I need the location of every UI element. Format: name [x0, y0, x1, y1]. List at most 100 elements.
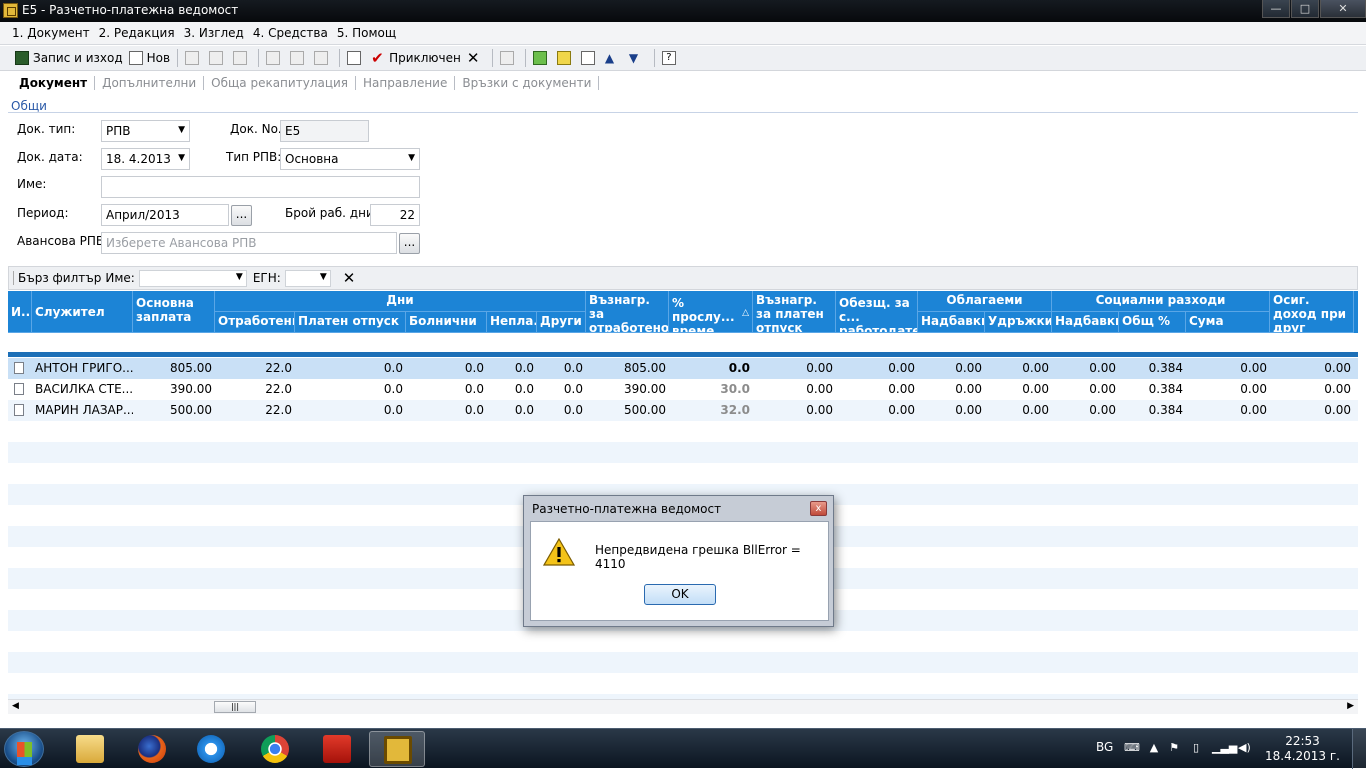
horizontal-scrollbar[interactable]: ◀ ||| ▶: [8, 699, 1358, 714]
col-pay-leave-header[interactable]: Възнагр. за платен отпуск: [753, 291, 836, 333]
show-hidden-icons-icon[interactable]: ▲: [1148, 741, 1160, 755]
volume-icon[interactable]: ◀): [1238, 741, 1251, 755]
table-row[interactable]: МАРИН ЛАЗАР... 500.00 22.0 0.0 0.0 0.0 0…: [8, 400, 1358, 421]
paste-button[interactable]: [230, 48, 254, 69]
blank-document-button[interactable]: [578, 48, 602, 69]
name-input[interactable]: [101, 176, 420, 198]
grid-filter-row-divider: [8, 352, 1358, 357]
scroll-left-icon[interactable]: ◀: [12, 701, 19, 711]
close-button[interactable]: ✕: [1320, 0, 1366, 18]
tab-recap[interactable]: Обща рекапитулация: [204, 76, 357, 90]
document-icon: [14, 404, 24, 416]
col-other-header[interactable]: Други: [537, 312, 586, 333]
empty-row: [8, 652, 1358, 673]
export-button[interactable]: [311, 48, 335, 69]
minimize-button[interactable]: —: [1262, 0, 1290, 18]
keyboard-icon[interactable]: ⌨: [1124, 741, 1140, 755]
scroll-thumb[interactable]: |||: [214, 701, 256, 713]
work-days-input[interactable]: 22: [370, 204, 420, 226]
tab-links[interactable]: Връзки с документи: [455, 76, 600, 90]
copy-button[interactable]: [206, 48, 230, 69]
dialog-close-button[interactable]: x: [810, 501, 827, 516]
menu-tools[interactable]: 4. Средства: [253, 26, 328, 40]
menu-help[interactable]: 5. Помощ: [337, 26, 396, 40]
menu-view[interactable]: 3. Изглед: [184, 26, 244, 40]
clear-filter-icon[interactable]: ✕: [343, 269, 356, 287]
taskbar-firefox[interactable]: [124, 731, 180, 767]
col-taxable-bonus-header[interactable]: Надбавки: [918, 312, 985, 333]
col-employee-header[interactable]: Служител: [32, 291, 133, 333]
print-preview-button[interactable]: [287, 48, 311, 69]
col-unpaid-header[interactable]: Непла...: [487, 312, 537, 333]
filter-name-input[interactable]: ▼: [138, 269, 247, 287]
col-worked-header[interactable]: Отработени: [215, 312, 295, 333]
advance-input[interactable]: Изберете Авансова РПВ: [101, 232, 397, 254]
tab-additional[interactable]: Допълнителни: [95, 76, 205, 90]
move-up-button[interactable]: ▲: [602, 48, 626, 69]
taskbar-explorer[interactable]: [62, 731, 118, 767]
language-indicator[interactable]: BG: [1096, 740, 1113, 754]
col-social-pct-header[interactable]: Общ %: [1119, 312, 1186, 333]
refresh-button[interactable]: [530, 48, 554, 69]
dialog-title: Разчетно-платежна ведомост: [532, 502, 722, 516]
filter-egn-input[interactable]: ▼: [284, 269, 331, 287]
cancel-button[interactable]: ✕: [464, 48, 488, 69]
col-pay-worked-header[interactable]: Възнагр. за отработено време: [586, 291, 669, 333]
sort-ascending-icon: △: [742, 308, 749, 318]
table-row[interactable]: ВАСИЛКА СТЕ... 390.00 22.0 0.0 0.0 0.0 0…: [8, 379, 1358, 400]
menu-edit[interactable]: 2. Редакция: [99, 26, 175, 40]
taskbar-acrobat[interactable]: [309, 731, 365, 767]
col-id-header[interactable]: И...: [8, 291, 32, 333]
start-button[interactable]: [4, 731, 44, 767]
doc-date-picker[interactable]: 18. 4.2013 ▼: [101, 148, 190, 170]
menu-document[interactable]: 1. Документ: [12, 26, 90, 40]
col-social-sum-header[interactable]: Сума: [1186, 312, 1270, 333]
col-seniority-header[interactable]: % прослу... време △: [669, 291, 753, 333]
col-base-salary-header[interactable]: Основна заплата: [133, 291, 215, 333]
period-browse-button[interactable]: ...: [231, 205, 252, 226]
toolbar-separator: [524, 49, 526, 67]
cut-icon: [185, 51, 200, 65]
help-button[interactable]: ?: [659, 48, 683, 69]
group-title: Общи: [11, 99, 47, 113]
taskbar-internet-explorer[interactable]: [183, 731, 239, 767]
taskbar-chrome[interactable]: [247, 731, 303, 767]
new-item-button[interactable]: [554, 48, 578, 69]
edit-button[interactable]: [344, 48, 368, 69]
clock[interactable]: 22:53 18.4.2013 г.: [1265, 734, 1340, 764]
new-button[interactable]: Нов: [126, 48, 173, 69]
name-label: Име:: [17, 177, 47, 191]
rpv-type-select[interactable]: Основна ▼: [280, 148, 420, 170]
taskbar-payroll-app[interactable]: [369, 731, 425, 767]
filter-name-label: Име:: [105, 271, 135, 285]
advance-browse-button[interactable]: ...: [399, 233, 420, 254]
show-desktop-button[interactable]: [1352, 729, 1366, 769]
flag-icon[interactable]: ⚑: [1168, 741, 1180, 755]
move-down-button[interactable]: ▼: [626, 48, 650, 69]
col-compensation-header[interactable]: Обезщ. за с... работодателя: [836, 291, 918, 333]
scroll-right-icon[interactable]: ▶: [1347, 701, 1354, 711]
tab-direction[interactable]: Направление: [356, 76, 456, 90]
col-taxable-deduct-header[interactable]: Удръжки: [985, 312, 1052, 333]
list-button[interactable]: [497, 48, 521, 69]
maximize-button[interactable]: □: [1291, 0, 1319, 18]
col-social-bonus-header[interactable]: Надбавки: [1052, 312, 1119, 333]
cut-button[interactable]: [182, 48, 206, 69]
doc-type-select[interactable]: РПВ ▼: [101, 120, 190, 142]
ok-button[interactable]: OK: [644, 584, 716, 605]
tab-document[interactable]: Документ: [12, 76, 96, 90]
col-paid-leave-header[interactable]: Платен отпуск: [295, 312, 406, 333]
col-insured-income-header[interactable]: Осиг. доход при друг работодател: [1270, 291, 1354, 333]
document-icon: [14, 362, 24, 374]
list-icon: [499, 51, 514, 65]
period-input[interactable]: Април/2013: [101, 204, 229, 226]
save-exit-button[interactable]: Запис и изход: [12, 48, 126, 69]
complete-button[interactable]: ✔ Приключен: [368, 48, 464, 69]
col-sick-header[interactable]: Болнични: [406, 312, 487, 333]
table-row[interactable]: АНТОН ГРИГО... 805.00 22.0 0.0 0.0 0.0 0…: [8, 358, 1358, 379]
print-button[interactable]: [263, 48, 287, 69]
battery-icon[interactable]: ▯: [1190, 741, 1202, 755]
filter-bar: Бърз филтър Име: ▼ ЕГН: ▼ ✕: [8, 266, 1358, 290]
signal-icon[interactable]: ▁▃▅: [1212, 741, 1237, 755]
acrobat-icon: [323, 735, 351, 763]
